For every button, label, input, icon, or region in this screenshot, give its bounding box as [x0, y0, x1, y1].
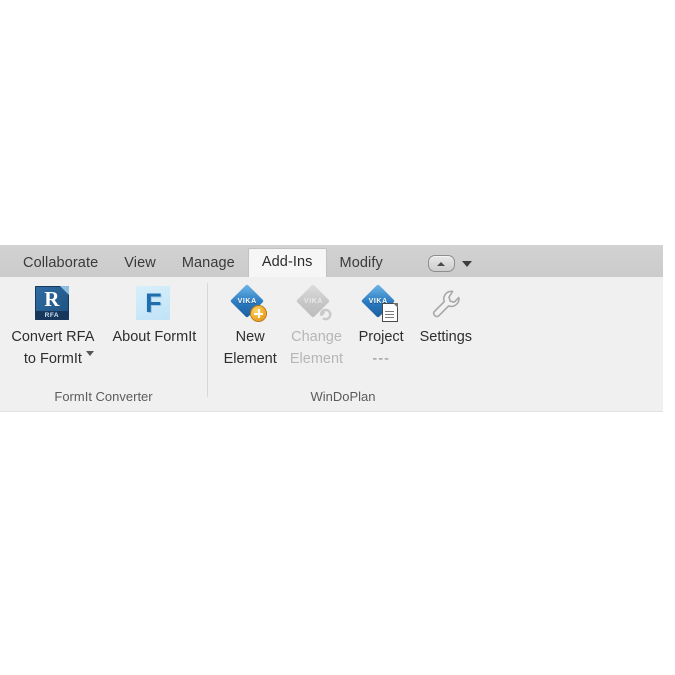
- tab-label: Modify: [339, 255, 383, 271]
- new-element-button[interactable]: VIKA New Element: [217, 284, 283, 370]
- button-label-line1: Settings: [419, 329, 473, 345]
- tab-label: Add-Ins: [261, 254, 313, 270]
- button-label-line1: New: [235, 329, 265, 345]
- triangle-up-icon: [437, 261, 446, 266]
- project-button[interactable]: VIKA Project ---: [350, 284, 413, 370]
- formit-icon-letter: F: [145, 288, 162, 318]
- plus-badge-icon: [251, 306, 267, 321]
- button-label-line1: Change: [291, 329, 342, 345]
- button-label-line2: to FormIt: [23, 351, 82, 367]
- chevron-down-icon[interactable]: [461, 260, 472, 267]
- dropdown-caret-icon[interactable]: [85, 351, 94, 356]
- panel-items: VIKA New Element VIKA Change Element VIK…: [207, 277, 479, 385]
- panel-label-windoplan: WinDoPlan: [310, 389, 376, 404]
- tab-view[interactable]: View: [111, 250, 169, 277]
- tab-label: Manage: [181, 255, 235, 271]
- ribbon-minimize-icon[interactable]: [427, 255, 455, 272]
- ribbon-tab-strip: Collaborate View Manage Add-Ins Modify: [0, 245, 663, 277]
- tab-add-ins[interactable]: Add-Ins: [247, 248, 327, 277]
- vika-diamond-document-icon: VIKA: [361, 284, 399, 322]
- button-label-line2: Element: [223, 351, 277, 367]
- convert-rfa-to-formit-button[interactable]: R RFA Convert RFA to FormIt: [4, 284, 102, 370]
- vika-icon-text: VIKA: [303, 298, 324, 305]
- button-label-line1: About FormIt: [112, 329, 197, 345]
- rfa-icon-tag: RFA: [34, 311, 69, 320]
- ribbon-minimize-control: [427, 250, 472, 277]
- panel-windoplan: VIKA New Element VIKA Change Element VIK…: [207, 277, 479, 411]
- settings-button[interactable]: Settings: [413, 284, 479, 348]
- button-label-line1: Project: [358, 329, 404, 345]
- cycle-badge-icon: [318, 306, 333, 321]
- button-label-line2: Element: [289, 351, 344, 367]
- wrench-icon: [428, 286, 464, 322]
- panel-formit-converter: R RFA Convert RFA to FormIt F About Form: [0, 277, 207, 411]
- tab-manage[interactable]: Manage: [169, 250, 248, 277]
- panel-label-formit-converter: FormIt Converter: [54, 389, 153, 404]
- vika-icon-text: VIKA: [237, 298, 257, 305]
- panel-items: R RFA Convert RFA to FormIt F About Form: [0, 277, 207, 385]
- formit-logo-icon: F: [136, 286, 172, 322]
- vika-diamond-plus-icon: VIKA: [230, 284, 268, 322]
- tab-label: View: [124, 255, 156, 271]
- tab-modify[interactable]: Modify: [327, 250, 396, 277]
- ribbon-bottom-divider: [0, 411, 663, 412]
- vika-diamond-change-icon: VIKA: [296, 284, 334, 322]
- button-label-line2: ---: [372, 351, 390, 367]
- revit-rfa-file-icon: R RFA: [34, 286, 71, 322]
- button-label-line1: Convert RFA: [11, 329, 95, 345]
- ribbon: Collaborate View Manage Add-Ins Modify R…: [0, 245, 663, 423]
- about-formit-button[interactable]: F About FormIt: [102, 284, 207, 348]
- document-badge-icon: [382, 303, 399, 322]
- tab-collaborate[interactable]: Collaborate: [10, 250, 111, 277]
- ribbon-body: R RFA Convert RFA to FormIt F About Form: [0, 277, 663, 412]
- tab-label: Collaborate: [23, 255, 99, 271]
- rfa-icon-letter: R: [44, 287, 60, 311]
- change-element-button: VIKA Change Element: [283, 284, 349, 370]
